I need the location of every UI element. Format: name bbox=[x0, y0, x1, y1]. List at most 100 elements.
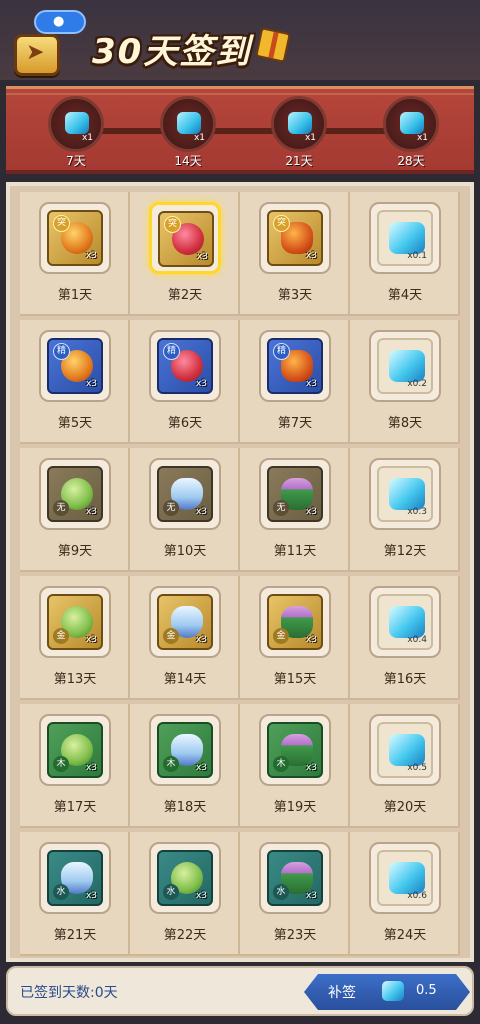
reward-qty: x3 bbox=[305, 891, 317, 901]
element-badge: 无 bbox=[273, 500, 289, 516]
day-cell[interactable]: 水 x3 第21天 bbox=[20, 832, 130, 956]
day-label: 第19天 bbox=[273, 800, 317, 815]
rank-badge: 突 bbox=[164, 216, 181, 233]
makeup-sign-button[interactable]: 补签 0.5 bbox=[304, 974, 470, 1010]
reward-qty: x3 bbox=[196, 252, 208, 262]
gem-icon bbox=[288, 112, 312, 134]
reward-tile: 水 x3 bbox=[267, 850, 323, 906]
element-badge: 金 bbox=[53, 628, 69, 644]
element-badge: 木 bbox=[53, 756, 69, 772]
day-label: 第1天 bbox=[57, 288, 93, 303]
day-cell[interactable]: x0.3 第12天 bbox=[350, 448, 460, 572]
day-cell[interactable]: 突 x3 第2天 bbox=[130, 192, 240, 316]
reward-qty: x3 bbox=[305, 635, 317, 645]
reward-qty: x0.3 bbox=[407, 507, 427, 517]
day-cell[interactable]: x0.6 第24天 bbox=[350, 832, 460, 956]
reward-tile: x0.3 bbox=[377, 466, 433, 522]
location-button[interactable]: ● bbox=[34, 10, 86, 34]
milestone-count: x1 bbox=[81, 133, 93, 143]
day-cell[interactable]: 精 x3 第6天 bbox=[130, 320, 240, 444]
day-label: 第17天 bbox=[53, 800, 97, 815]
day-cell[interactable]: 金 x3 第15天 bbox=[240, 576, 350, 700]
page-title: 30天签到 bbox=[92, 32, 252, 72]
gift-icon bbox=[255, 27, 291, 63]
element-badge: 水 bbox=[163, 884, 179, 900]
reward-qty: x3 bbox=[305, 507, 317, 517]
reward-tile: 水 x3 bbox=[47, 850, 103, 906]
day-cell[interactable]: 突 x3 第3天 bbox=[240, 192, 350, 316]
back-button[interactable]: ➤ bbox=[14, 34, 60, 76]
day-cell[interactable]: x0.4 第16天 bbox=[350, 576, 460, 700]
reward-tile: 精 x3 bbox=[157, 338, 213, 394]
day-cell[interactable]: 无 x3 第10天 bbox=[130, 448, 240, 572]
day-cell[interactable]: 无 x3 第9天 bbox=[20, 448, 130, 572]
day-cell[interactable]: 金 x3 第13天 bbox=[20, 576, 130, 700]
reward-frame: 木 x3 bbox=[149, 714, 221, 786]
reward-frame: 水 x3 bbox=[39, 842, 111, 914]
reward-frame: 水 x3 bbox=[149, 842, 221, 914]
day-cell[interactable]: 水 x3 第23天 bbox=[240, 832, 350, 956]
gem-icon bbox=[389, 606, 425, 638]
milestone-chest: x1 bbox=[48, 96, 104, 152]
milestone-reward[interactable]: x1 14天 bbox=[157, 96, 219, 169]
gem-icon bbox=[382, 981, 404, 1001]
reward-frame: 突 x3 bbox=[149, 202, 221, 274]
day-label: 第4天 bbox=[387, 288, 423, 303]
milestone-count: x1 bbox=[304, 133, 316, 143]
reward-qty: x3 bbox=[195, 891, 207, 901]
element-badge: 木 bbox=[163, 756, 179, 772]
day-cell[interactable]: 木 x3 第19天 bbox=[240, 704, 350, 828]
checkin-panel: 突 x3 第1天 突 x3 第2天 突 x3 第3天 x0.1 第4天精 x3 第5天 精 x3 第6天 精 x3… bbox=[6, 182, 474, 962]
reward-tile: 无 x3 bbox=[47, 466, 103, 522]
element-badge: 无 bbox=[53, 500, 69, 516]
reward-frame: 金 x3 bbox=[39, 586, 111, 658]
reward-tile: 突 x3 bbox=[267, 210, 323, 266]
reward-frame: 突 x3 bbox=[39, 202, 111, 274]
gem-icon bbox=[65, 112, 89, 134]
reward-tile: 突 x3 bbox=[158, 211, 214, 267]
day-cell[interactable]: 水 x3 第22天 bbox=[130, 832, 240, 956]
reward-frame: 精 x3 bbox=[39, 330, 111, 402]
reward-qty: x3 bbox=[85, 635, 97, 645]
reward-frame: 木 x3 bbox=[39, 714, 111, 786]
element-badge: 金 bbox=[273, 628, 289, 644]
reward-tile: x0.1 bbox=[377, 210, 433, 266]
reward-qty: x3 bbox=[195, 507, 207, 517]
milestone-reward[interactable]: x1 7天 bbox=[45, 96, 107, 169]
day-label: 第22天 bbox=[163, 928, 207, 943]
day-cell[interactable]: x0.2 第8天 bbox=[350, 320, 460, 444]
footer-bar: 已签到天数:0天 补签 0.5 bbox=[6, 966, 474, 1016]
day-cell[interactable]: 精 x3 第5天 bbox=[20, 320, 130, 444]
day-cell[interactable]: 突 x3 第1天 bbox=[20, 192, 130, 316]
reward-tile: 精 x3 bbox=[47, 338, 103, 394]
day-label: 第8天 bbox=[387, 416, 423, 431]
milestone-reward[interactable]: x1 21天 bbox=[268, 96, 330, 169]
gem-icon bbox=[389, 222, 425, 254]
reward-qty: x3 bbox=[85, 379, 97, 389]
reward-frame: 精 x3 bbox=[149, 330, 221, 402]
reward-frame: x0.6 bbox=[369, 842, 441, 914]
reward-frame: 木 x3 bbox=[259, 714, 331, 786]
reward-qty: x0.1 bbox=[407, 251, 427, 261]
gem-icon bbox=[177, 112, 201, 134]
gem-icon bbox=[389, 478, 425, 510]
day-cell[interactable]: 无 x3 第11天 bbox=[240, 448, 350, 572]
reward-frame: 金 x3 bbox=[259, 586, 331, 658]
rank-badge: 精 bbox=[53, 343, 70, 360]
day-cell[interactable]: 木 x3 第18天 bbox=[130, 704, 240, 828]
day-cell[interactable]: 木 x3 第17天 bbox=[20, 704, 130, 828]
reward-frame: 无 x3 bbox=[39, 458, 111, 530]
reward-qty: x3 bbox=[85, 891, 97, 901]
day-cell[interactable]: 金 x3 第14天 bbox=[130, 576, 240, 700]
reward-frame: x0.5 bbox=[369, 714, 441, 786]
milestone-chest: x1 bbox=[160, 96, 216, 152]
element-badge: 木 bbox=[273, 756, 289, 772]
reward-tile: 金 x3 bbox=[47, 594, 103, 650]
rank-badge: 突 bbox=[53, 215, 70, 232]
day-label: 第7天 bbox=[277, 416, 313, 431]
day-cell[interactable]: 精 x3 第7天 bbox=[240, 320, 350, 444]
reward-tile: 金 x3 bbox=[157, 594, 213, 650]
day-cell[interactable]: x0.1 第4天 bbox=[350, 192, 460, 316]
milestone-reward[interactable]: x1 28天 bbox=[380, 96, 442, 169]
day-cell[interactable]: x0.5 第20天 bbox=[350, 704, 460, 828]
